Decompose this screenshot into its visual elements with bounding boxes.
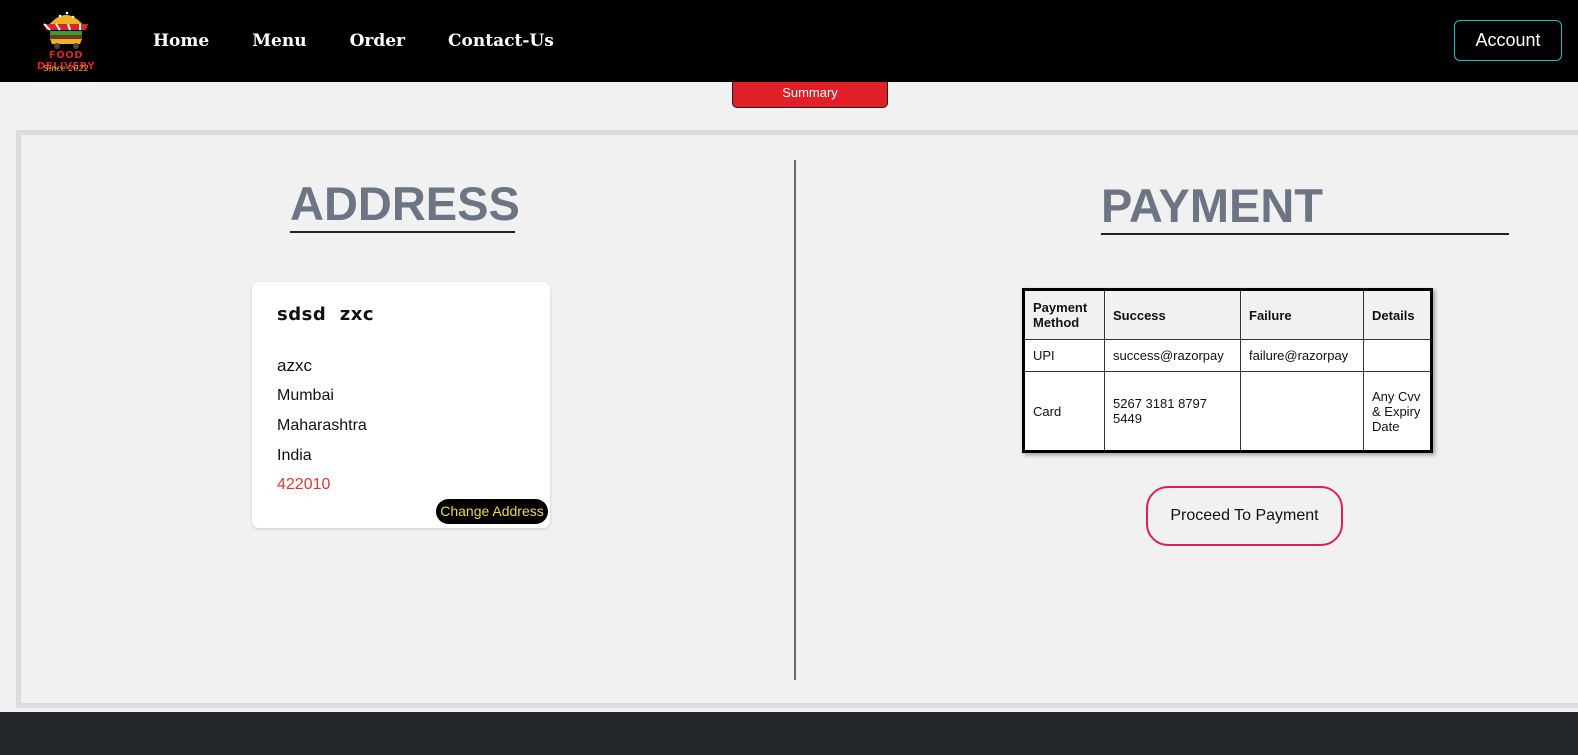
address-state: Maharashtra	[277, 417, 367, 434]
address-name: sdsd zxc	[277, 304, 374, 325]
address-card: sdsd zxc azxc Mumbai Maharashtra India 4…	[252, 282, 550, 528]
address-heading: ADDRESS	[290, 180, 520, 233]
address-zip: 422010	[277, 476, 331, 493]
burger-truck-icon	[43, 11, 88, 49]
column-header: Details	[1363, 289, 1432, 340]
nav-contact-us[interactable]: Contact-Us	[448, 31, 554, 51]
table-cell: UPI	[1023, 339, 1105, 372]
top-navbar: FOOD DELIVERY Since 2022 Home Menu Order…	[0, 0, 1578, 82]
table-cell: Any Cvv & Expiry Date	[1363, 371, 1432, 452]
brand-logo[interactable]: FOOD DELIVERY Since 2022	[20, 4, 112, 78]
address-city: Mumbai	[277, 387, 334, 404]
account-button[interactable]: Account	[1454, 20, 1562, 61]
table-cell: success@razorpay	[1104, 339, 1241, 372]
column-header: Payment Method	[1023, 289, 1105, 340]
change-address-button[interactable]: Change Address	[436, 499, 548, 524]
section-divider	[794, 160, 796, 680]
proceed-to-payment-button[interactable]: Proceed To Payment	[1146, 486, 1343, 546]
column-header: Success	[1104, 289, 1241, 340]
payment-methods-table: Payment Method Success Failure Details U…	[1022, 288, 1433, 453]
nav-links: Home Menu Order Contact-Us	[153, 31, 597, 51]
address-line1: azxc	[277, 356, 312, 375]
table-row: UPI success@razorpay failure@razorpay	[1023, 339, 1432, 372]
column-header: Failure	[1240, 289, 1364, 340]
nav-order[interactable]: Order	[350, 31, 405, 51]
summary-tab[interactable]: Summary	[732, 82, 888, 108]
nav-home[interactable]: Home	[153, 31, 209, 51]
address-country: India	[277, 447, 312, 464]
table-row: Card 5267 3181 8797 5449 Any Cvv & Expir…	[1023, 371, 1432, 452]
brand-tagline: Since 2022	[43, 64, 89, 73]
payment-heading: PAYMENT	[1101, 182, 1509, 235]
table-cell: 5267 3181 8797 5449	[1104, 371, 1241, 452]
table-cell	[1363, 339, 1432, 372]
table-cell	[1240, 371, 1364, 452]
footer-bar	[0, 712, 1578, 755]
nav-menu[interactable]: Menu	[252, 31, 306, 51]
table-cell: failure@razorpay	[1240, 339, 1364, 372]
table-cell: Card	[1023, 371, 1105, 452]
table-header-row: Payment Method Success Failure Details	[1023, 289, 1432, 340]
